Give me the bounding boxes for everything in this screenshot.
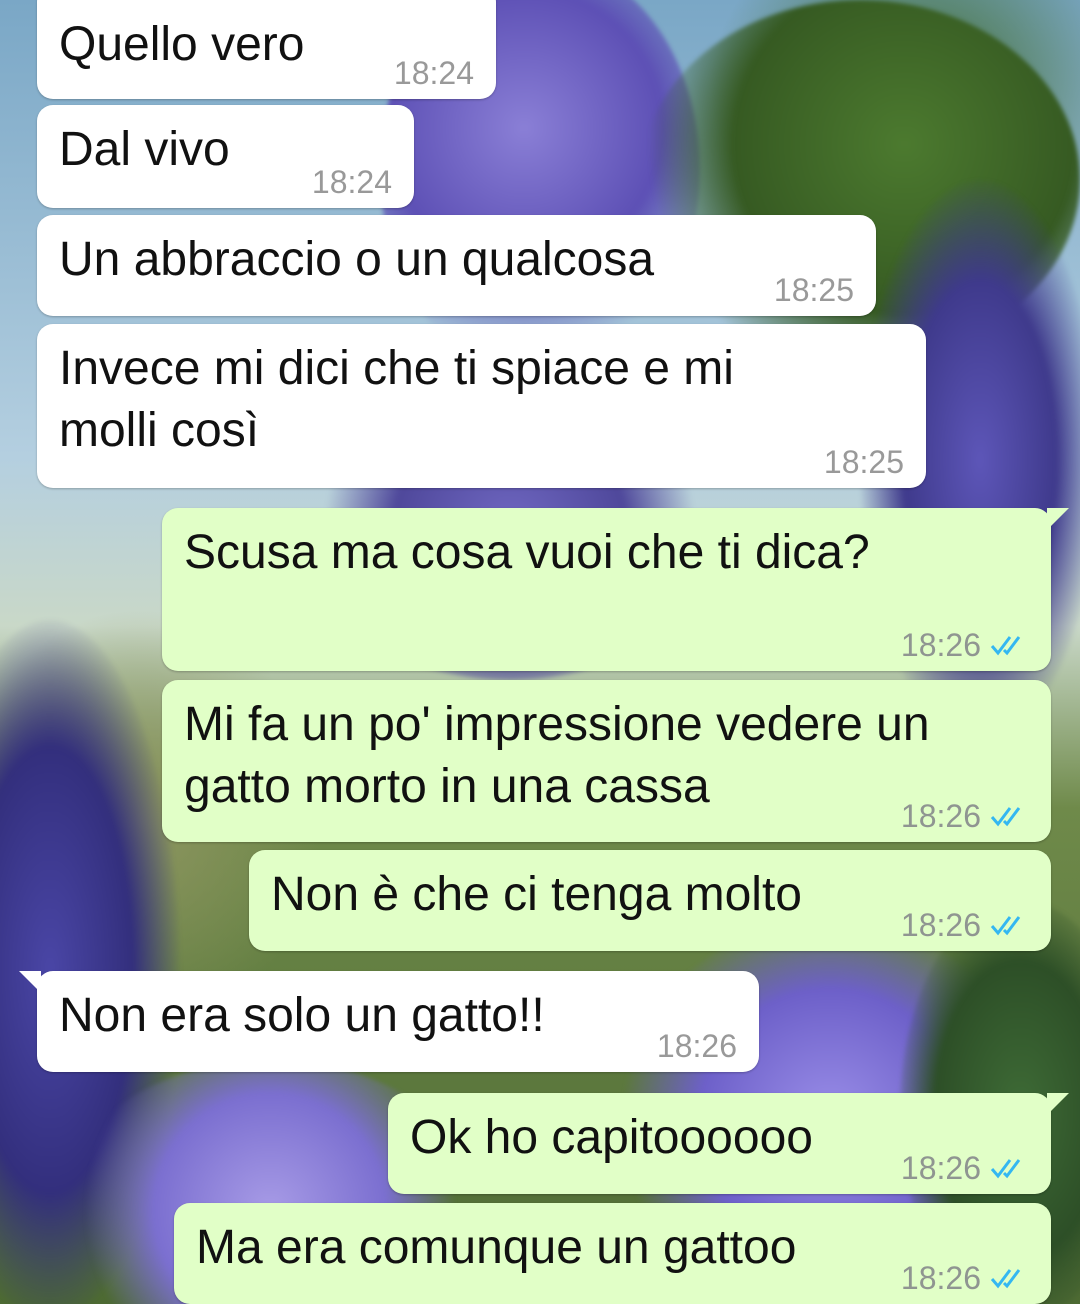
- double-check-icon: [990, 1159, 1021, 1179]
- incoming-message[interactable]: Quello vero 18:24: [37, 0, 496, 99]
- message-text: Non era solo un gatto!!: [59, 989, 545, 1042]
- message-time: 18:26: [900, 907, 981, 943]
- outgoing-message[interactable]: Mi fa un po' impressione vedere un gatto…: [162, 680, 1051, 842]
- message-text: Scusa ma cosa vuoi che ti dica?: [184, 526, 870, 579]
- message-time: 18:25: [773, 272, 854, 308]
- chat-message-list[interactable]: Quello vero 18:24 Dal vivo 18:24 Un abbr…: [0, 0, 1080, 1304]
- message-meta: 18:25: [824, 444, 904, 480]
- incoming-message[interactable]: Non era solo un gatto!! 18:26: [19, 971, 759, 1072]
- message-time: 18:26: [900, 798, 981, 834]
- outgoing-message[interactable]: Scusa ma cosa vuoi che ti dica? 18:26: [162, 508, 1069, 671]
- message-meta: 18:26: [901, 1150, 1029, 1186]
- incoming-message[interactable]: Dal vivo 18:24: [37, 105, 414, 208]
- outgoing-message[interactable]: Ma era comunque un gattoo 18:26: [174, 1203, 1051, 1304]
- double-check-icon: [990, 807, 1021, 827]
- incoming-message[interactable]: Invece mi dici che ti spiace e mi molli …: [37, 324, 926, 488]
- message-time: 18:26: [900, 1260, 981, 1296]
- message-time: 18:26: [900, 1150, 981, 1186]
- message-meta: 18:25: [774, 272, 854, 308]
- outgoing-message[interactable]: Non è che ci tenga molto 18:26: [249, 850, 1051, 951]
- message-time: 18:26: [656, 1028, 737, 1064]
- message-time: 18:25: [823, 444, 904, 480]
- message-meta: 18:26: [657, 1028, 737, 1064]
- incoming-message[interactable]: Un abbraccio o un qualcosa 18:25: [37, 215, 876, 316]
- message-meta: 18:26: [901, 627, 1029, 663]
- message-time: 18:26: [900, 627, 981, 663]
- double-check-icon: [990, 636, 1021, 656]
- double-check-icon: [990, 1269, 1021, 1289]
- message-time: 18:24: [311, 164, 392, 200]
- message-meta: 18:26: [901, 1260, 1029, 1296]
- message-meta: 18:26: [901, 907, 1029, 943]
- message-text: Un abbraccio o un qualcosa: [59, 233, 655, 286]
- outgoing-message[interactable]: Ok ho capitoooooo 18:26: [388, 1093, 1069, 1194]
- message-text: Invece mi dici che ti spiace e mi molli …: [59, 342, 734, 457]
- message-meta: 18:24: [394, 55, 474, 91]
- double-check-icon: [990, 916, 1021, 936]
- message-time: 18:24: [393, 55, 474, 91]
- message-meta: 18:26: [901, 798, 1029, 834]
- message-meta: 18:24: [312, 164, 392, 200]
